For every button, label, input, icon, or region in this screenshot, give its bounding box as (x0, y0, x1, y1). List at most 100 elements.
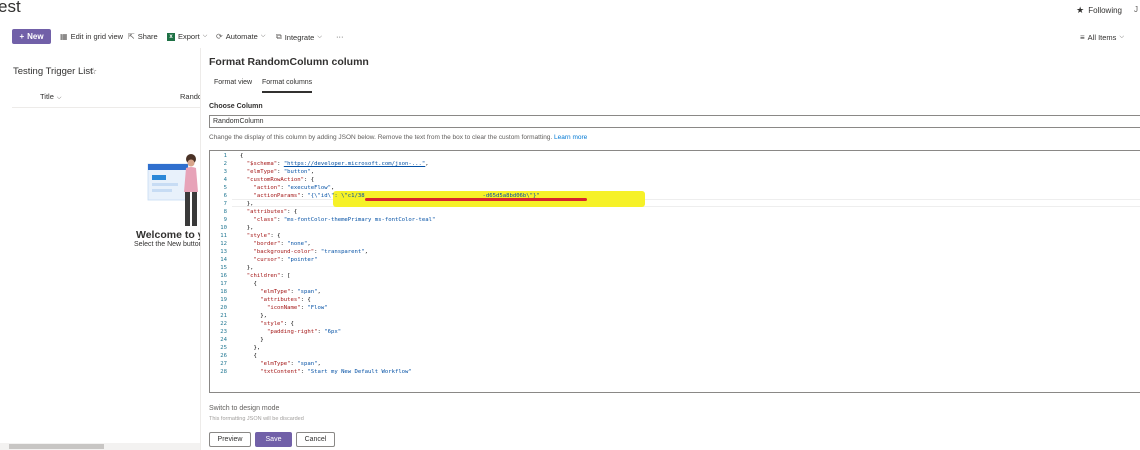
site-title[interactable]: est (0, 0, 21, 17)
favorite-star-icon[interactable]: ☆ (89, 66, 97, 77)
line-number: 10 (220, 225, 227, 231)
cancel-button[interactable]: Cancel (296, 432, 335, 447)
json-code-editor[interactable]: 1{2 "$schema": "https://developer.micros… (209, 150, 1140, 393)
line-number: 18 (220, 289, 227, 295)
code-text: }, (240, 313, 267, 319)
integrate-label: Integrate (284, 32, 315, 42)
excel-icon: x (167, 32, 175, 41)
code-line: 11 "style": { (210, 232, 1140, 240)
scrollbar-thumb[interactable] (9, 444, 104, 449)
edit-grid-view-button[interactable]: ▦ Edit in grid view (60, 32, 123, 41)
code-line: 13 "background-color": "transparent", (210, 248, 1140, 256)
more-button[interactable]: ··· (336, 32, 344, 41)
line-number: 6 (223, 193, 227, 199)
grid-icon: ▦ (60, 32, 68, 41)
tab-format-view[interactable]: Format view (214, 79, 252, 86)
line-number: 21 (220, 313, 227, 319)
command-bar: + New ▦ Edit in grid view ⇱ Share x Expo… (0, 26, 1140, 48)
code-line: 18 "elmType": "span", (210, 288, 1140, 296)
code-text: "children": [ (246, 273, 291, 279)
line-number: 3 (223, 169, 227, 175)
user-initial[interactable]: J (1134, 5, 1138, 14)
code-text: }, (240, 201, 254, 207)
line-number: 1 (223, 153, 227, 159)
code-text: { (240, 153, 244, 159)
code-line: 5 "action": "executeFlow", (210, 184, 1140, 192)
code-line: 25 }, (210, 344, 1140, 352)
export-label: Export (178, 32, 200, 41)
automate-label: Automate (225, 32, 258, 41)
code-text: "border": "none", (253, 241, 311, 247)
code-text: "iconName": "Flow" (266, 305, 328, 311)
code-line: 6 "actionParams": "{\"id\": \"c1/38 -d65… (210, 192, 1140, 200)
code-text: "elmType": "span", (260, 289, 321, 295)
view-selector[interactable]: ≡ All Items ⌵ (1080, 33, 1124, 42)
code-text: "padding-right": "6px" (266, 329, 342, 335)
line-number: 20 (220, 305, 227, 311)
code-line: 17 { (210, 280, 1140, 288)
star-filled-icon: ★ (1076, 5, 1085, 15)
line-number: 5 (223, 185, 227, 191)
code-line: 27 "elmType": "span", (210, 360, 1140, 368)
help-text: Change the display of this column by add… (209, 134, 587, 141)
line-number: 15 (220, 265, 227, 271)
column-title-label: Title (40, 92, 54, 101)
code-line: 7 }, (210, 200, 1140, 208)
code-line: 28 "txtContent": "Start my New Default W… (210, 368, 1140, 376)
code-line: 12 "border": "none", (210, 240, 1140, 248)
code-text: "attributes": { (260, 297, 311, 303)
code-lines: 1{2 "$schema": "https://developer.micros… (210, 152, 1140, 376)
line-number: 2 (223, 161, 227, 167)
line-number: 22 (220, 321, 227, 327)
code-text: "style": { (260, 321, 294, 327)
code-line: 26 { (210, 352, 1140, 360)
save-button[interactable]: Save (255, 432, 292, 447)
line-number: 7 (223, 201, 227, 207)
share-button[interactable]: ⇱ Share (128, 32, 158, 41)
following-button[interactable]: ★ Following (1076, 5, 1122, 16)
export-button[interactable]: x Export ⌵ (167, 32, 207, 41)
code-line: 23 "padding-right": "6px" (210, 328, 1140, 336)
line-number: 25 (220, 345, 227, 351)
line-number: 12 (220, 241, 227, 247)
red-redaction-mark (365, 198, 587, 201)
new-label: New (27, 32, 44, 41)
code-text: }, (240, 265, 254, 271)
code-line: 1{ (210, 152, 1140, 160)
code-text: "$schema": "https://developer.microsoft.… (246, 161, 429, 167)
choose-column-label: Choose Column (209, 103, 263, 110)
horizontal-scrollbar[interactable] (0, 443, 200, 450)
design-mode-note: This formatting JSON will be discarded (209, 416, 304, 422)
code-line: 21 }, (210, 312, 1140, 320)
column-header-title[interactable]: Title ⌵ (40, 92, 61, 102)
code-line: 10 }, (210, 224, 1140, 232)
integrate-button[interactable]: ⧉ Integrate ⌵ (276, 32, 322, 42)
filter-lines-icon: ≡ (1080, 33, 1085, 42)
choose-column-field[interactable]: RandomColumn (209, 115, 1140, 128)
integrate-icon: ⧉ (276, 32, 282, 41)
chevron-down-icon: ⌵ (1119, 34, 1124, 40)
code-line: 15 }, (210, 264, 1140, 272)
code-line: 24 } (210, 336, 1140, 344)
format-column-panel: Format RandomColumn column Format view F… (200, 48, 1140, 450)
code-text: "txtContent": "Start my New Default Work… (260, 369, 412, 375)
learn-more-link[interactable]: Learn more (554, 134, 587, 141)
code-line: 9 "class": "ms-fontColor-themePrimary ms… (210, 216, 1140, 224)
code-line: 22 "style": { (210, 320, 1140, 328)
welcome-subtitle: Select the New button (134, 241, 203, 248)
new-button[interactable]: + New (12, 29, 51, 44)
code-text: { (240, 353, 257, 359)
tab-format-columns[interactable]: Format columns (262, 79, 313, 93)
code-line: 2 "$schema": "https://developer.microsof… (210, 160, 1140, 168)
automate-button[interactable]: ⟳ Automate ⌵ (216, 32, 265, 41)
more-icon: ··· (336, 32, 344, 41)
edit-grid-label: Edit in grid view (70, 32, 124, 41)
preview-button[interactable]: Preview (209, 432, 251, 447)
chevron-down-icon: ⌵ (260, 33, 266, 39)
code-line: 19 "attributes": { (210, 296, 1140, 304)
code-text: "class": "ms-fontColor-themePrimary ms-f… (253, 217, 436, 223)
top-bar: est ★ Following J (0, 0, 1140, 22)
line-number: 13 (220, 249, 227, 255)
code-text: }, (240, 225, 254, 231)
switch-to-design-mode-link[interactable]: Switch to design mode (209, 405, 279, 412)
